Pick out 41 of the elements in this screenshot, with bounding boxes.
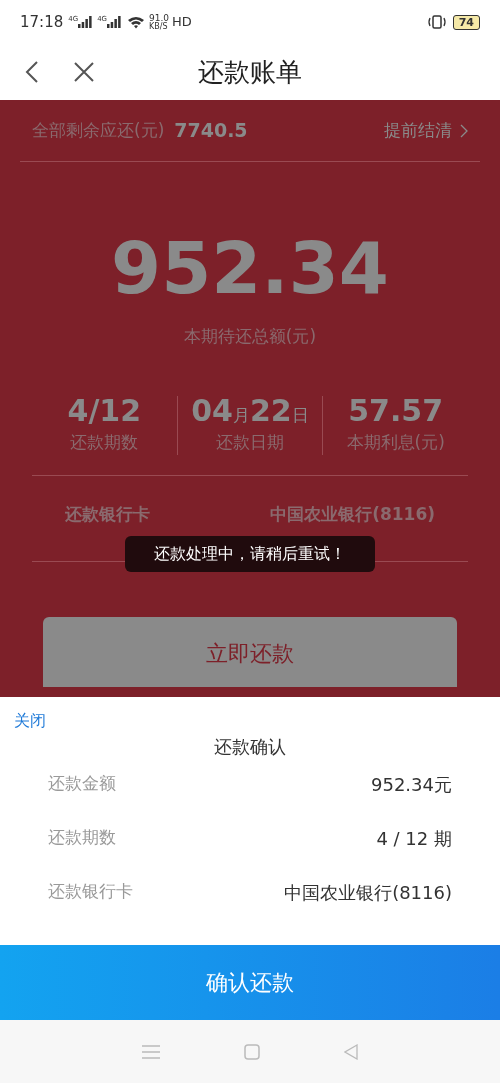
row-value: 中国农业银行(8116) [284,880,452,905]
remaining-value: 7740.5 [174,118,248,144]
signal-icon [78,16,93,28]
stat-value: 04月 22 日 [191,395,309,426]
amount-value: 952.34 [110,232,390,304]
wifi-icon [127,15,145,29]
remaining-label: 全部剩余应还(元) [32,118,165,142]
network-speed: 91.0 [149,13,170,23]
toast-message: 还款处理中，请稍后重试！ [125,536,375,572]
home-icon[interactable] [244,1043,260,1060]
back-nav-icon[interactable] [344,1043,358,1060]
card-label: 还款银行卡 [65,503,150,526]
confirm-button[interactable]: 确认还款 [0,945,500,1020]
row-value: 952.34元 [371,772,452,797]
row-label: 还款金额 [48,772,116,796]
speed-unit: KB/S [149,22,169,31]
stat-value: 4/12 [67,395,142,426]
sheet-title: 还款确认 [213,735,287,759]
close-link[interactable]: 关闭 [14,709,46,733]
page-title: 还款账单 [198,55,302,89]
stat-label: 还款期数 [70,430,139,454]
menu-icon[interactable] [142,1044,160,1059]
settle-link[interactable]: 提前结清 [384,117,468,144]
vibrate-icon [426,15,447,29]
stat-label: 本期利息(元) [346,430,445,454]
card-value: 中国农业银行(8116) [270,503,435,526]
battery-indicator: 74 [452,14,480,30]
back-icon [25,60,39,84]
stat-value: 57.57 [348,395,444,426]
row-label: 还款期数 [48,826,116,850]
hd-label: HD [172,13,192,32]
pay-now-button[interactable]: 立即还款 [43,617,457,687]
amount-label: 本期待还总额(元) [182,325,318,348]
stat-label: 还款日期 [216,430,284,454]
row-value: 4 / 12 期 [376,826,452,851]
chevron-icon [460,123,468,138]
row-label: 还款银行卡 [48,880,133,904]
status-time: 17:18 [20,11,64,33]
signal-icon [107,16,121,28]
close-button[interactable] [72,60,96,84]
close-icon [73,61,95,83]
